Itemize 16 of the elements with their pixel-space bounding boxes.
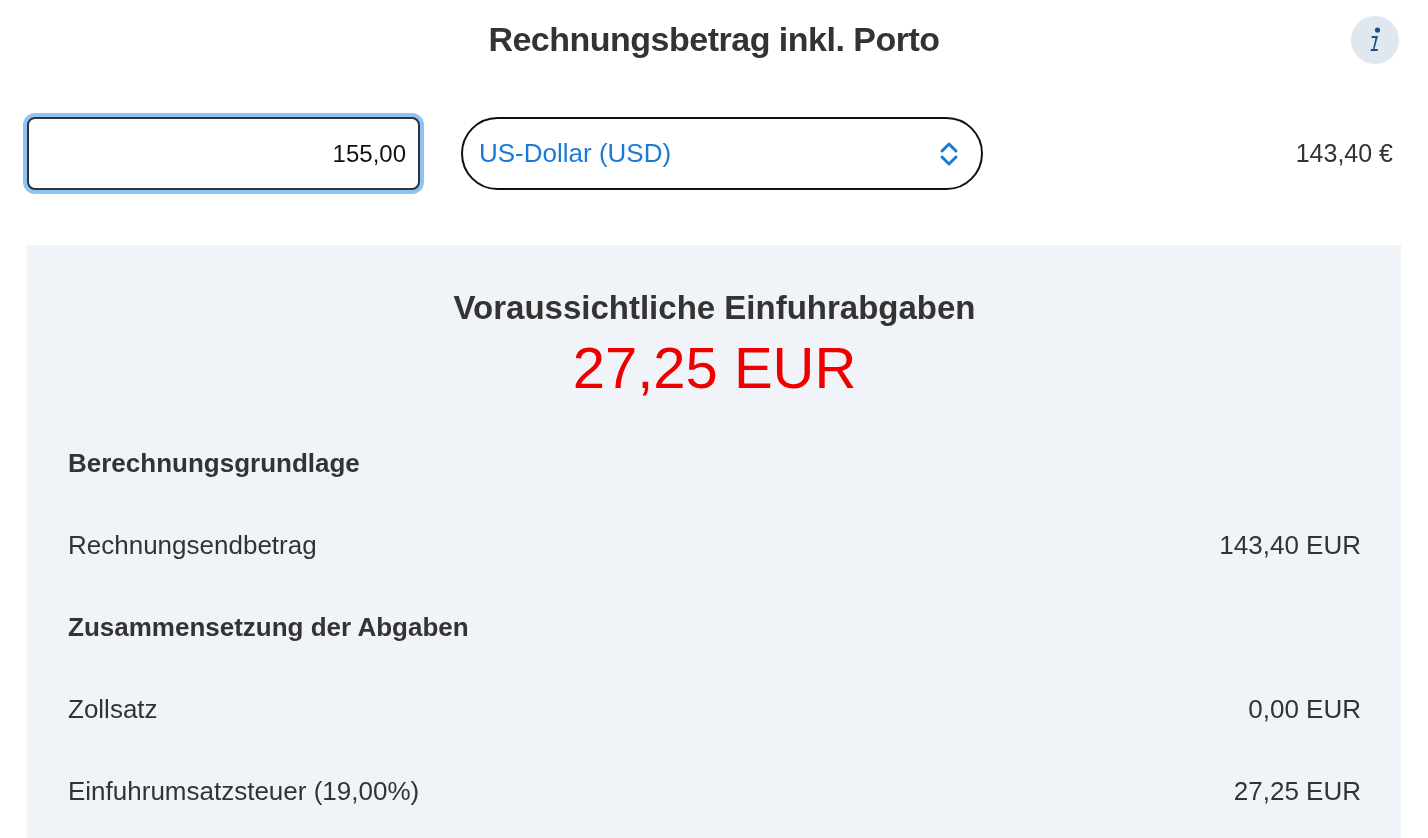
total-amount: 27,25 EUR (572, 334, 857, 400)
line-label: Rechnungsendbetrag (68, 528, 317, 562)
section-title: Rechnungsbetrag inkl. Porto (488, 18, 940, 60)
currency-select[interactable]: US-Dollar (USD) (461, 117, 983, 190)
line-value: 27,25 EUR (1233, 774, 1361, 808)
section-heading: Berechnungsgrundlage (68, 446, 360, 480)
converted-amount: 143,40 € (1295, 137, 1393, 169)
amount-field[interactable]: 155,00 (27, 117, 420, 190)
result-heading: Voraussichtliche Einfuhrabgaben (452, 288, 977, 328)
line-label: Einfuhrumsatzsteuer (19,00%) (68, 774, 420, 808)
line-value: 0,00 EUR (1248, 692, 1361, 726)
line-label: Zollsatz (68, 692, 158, 726)
info-icon[interactable] (1351, 16, 1399, 64)
line-value: 143,40 EUR (1219, 528, 1361, 562)
section-heading: Zusammensetzung der Abgaben (68, 610, 469, 644)
chevron-icon (939, 140, 959, 167)
